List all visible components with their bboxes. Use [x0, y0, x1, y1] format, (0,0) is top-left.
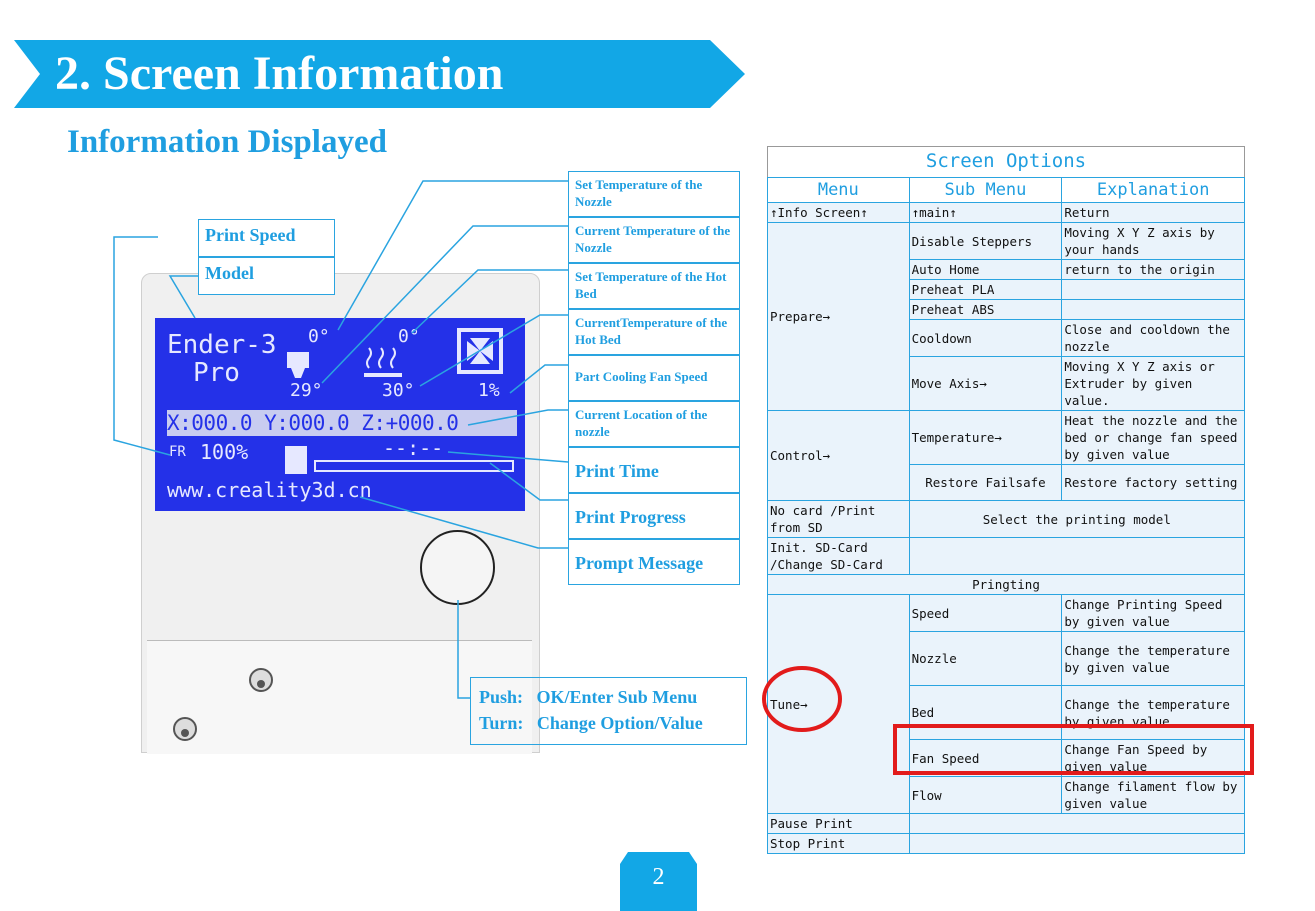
callout-print-progress: Print Progress	[568, 493, 740, 539]
explanation-preheat-pla	[1061, 279, 1245, 300]
section-subtitle: Information Displayed	[67, 124, 387, 160]
page-title: 2. Screen Information	[55, 47, 504, 100]
callout-print-time: Print Time	[568, 447, 740, 493]
pause-empty	[908, 813, 1246, 834]
label-print-speed: Print Speed	[198, 219, 335, 257]
page-number-tab: 2	[620, 852, 697, 911]
explanation-temperature: Heat the nozzle and the bed or change fa…	[1061, 410, 1245, 465]
push-instruction: Push: OK/Enter Sub Menu	[479, 687, 698, 707]
explanation-nozzle: Change the temperature by given value	[1061, 631, 1245, 686]
explanation-move-axis: Moving X Y Z axis or Extruder by given v…	[1061, 356, 1245, 411]
lcd-prompt-message: www.creality3d.cn	[167, 478, 372, 502]
submenu-disable-steppers: Disable Steppers	[908, 222, 1063, 260]
section-printing: Pringting	[767, 574, 1245, 595]
menu-tune: Tune→	[767, 594, 910, 814]
menu-stop-print: Stop Print	[767, 833, 910, 854]
submenu-restore-failsafe: Restore Failsafe	[908, 464, 1063, 501]
submenu-preheat-pla: Preheat PLA	[908, 279, 1063, 300]
control-knob[interactable]	[420, 530, 495, 605]
submenu-main: ↑main↑	[908, 202, 1063, 223]
header-explanation: Explanation	[1061, 177, 1245, 203]
menu-no-card: No card /Print from SD	[767, 500, 910, 538]
submenu-nozzle: Nozzle	[908, 631, 1063, 686]
explanation-auto-home: return to the origin	[1061, 259, 1245, 280]
progress-bar	[314, 460, 514, 472]
explanation-bed: Change the temperature by given value	[1061, 685, 1245, 740]
menu-info-screen: ↑Info Screen↑	[767, 202, 910, 223]
lcd-position: X:000.0 Y:000.0 Z:+000.0	[167, 411, 459, 435]
explanation-speed: Change Printing Speed by given value	[1061, 594, 1245, 632]
explanation-preheat-abs	[1061, 299, 1245, 320]
submenu-cooldown: Cooldown	[908, 319, 1063, 357]
callout-fan-speed: Part Cooling Fan Speed	[568, 355, 740, 401]
explanation-return: Return	[1061, 202, 1245, 223]
explanation-disable-steppers: Moving X Y Z axis by your hands	[1061, 222, 1245, 260]
nozzle-icon	[287, 352, 309, 378]
menu-prepare: Prepare→	[767, 222, 910, 411]
label-model: Model	[198, 257, 335, 295]
explanation-cooldown: Close and cooldown the nozzle	[1061, 319, 1245, 357]
callout-set-temp-bed: Set Temperature of the Hot Bed	[568, 263, 740, 309]
lcd-screen: Ender-3 Pro 0° 0° 29° 30° 1% X:000.0 Y:0…	[155, 318, 525, 511]
sd-card-icon	[285, 446, 307, 474]
submenu-auto-home: Auto Home	[908, 259, 1063, 280]
callout-current-temp-bed: CurrentTemperature of the Hot Bed	[568, 309, 740, 355]
header-submenu: Sub Menu	[908, 177, 1063, 203]
explanation-fan-speed: Change Fan Speed by given value	[1061, 739, 1245, 777]
lcd-print-time: --:--	[383, 436, 444, 460]
submenu-flow: Flow	[908, 776, 1063, 814]
knob-instructions: Push: OK/Enter Sub Menu Turn: Change Opt…	[470, 677, 747, 745]
explanation-flow: Change filament flow by given value	[1061, 776, 1245, 814]
menu-init-sd: Init. SD-Card /Change SD-Card	[767, 537, 910, 575]
callout-current-location: Current Location of the nozzle	[568, 401, 740, 447]
bed-icon	[364, 347, 402, 377]
table-title: Screen Options	[925, 150, 1087, 172]
explanation-select-model: Select the printing model	[908, 500, 1246, 538]
submenu-temperature: Temperature→	[908, 410, 1063, 465]
lcd-print-speed: 100%	[200, 440, 249, 464]
submenu-preheat-abs: Preheat ABS	[908, 299, 1063, 320]
menu-pause-print: Pause Print	[767, 813, 910, 834]
explanation-init-sd	[908, 537, 1246, 575]
callout-set-temp-nozzle: Set Temperature of the Nozzle	[568, 171, 740, 217]
lcd-speed-icon: FR	[169, 444, 186, 460]
stop-empty	[908, 833, 1246, 854]
turn-instruction: Turn: Change Option/Value	[479, 713, 703, 733]
fan-icon	[457, 328, 503, 374]
explanation-restore-failsafe: Restore factory setting	[1061, 464, 1245, 501]
page-number: 2	[652, 864, 665, 890]
title-banner: 2. Screen Information	[0, 40, 745, 108]
callout-current-temp-nozzle: Current Temperature of the Nozzle	[568, 217, 740, 263]
submenu-bed: Bed	[908, 685, 1063, 740]
callout-prompt-message: Prompt Message	[568, 539, 740, 585]
header-menu: Menu	[767, 177, 910, 203]
screen-options-table: Menu Sub Menu Explanation ↑Info Screen↑ …	[767, 177, 1246, 854]
submenu-move-axis: Move Axis→	[908, 356, 1063, 411]
submenu-speed: Speed	[908, 594, 1063, 632]
menu-control: Control→	[767, 410, 910, 501]
submenu-fan-speed: Fan Speed	[908, 739, 1063, 777]
